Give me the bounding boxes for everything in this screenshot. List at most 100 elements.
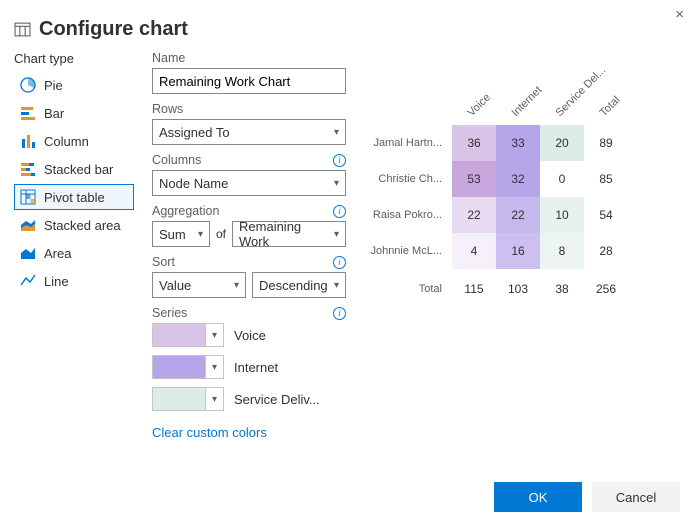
chart-type-label: Stacked bar (44, 162, 113, 177)
pivot-total-cell: 103 (496, 269, 540, 309)
chevron-down-icon: ▾ (205, 356, 223, 378)
name-input[interactable] (152, 68, 346, 94)
pivot-cell: 54 (584, 197, 628, 233)
pivot-cell: 36 (452, 125, 496, 161)
pivot-total-cell: 256 (584, 269, 628, 309)
dialog-title: Configure chart (0, 0, 694, 51)
color-swatch (153, 388, 205, 410)
series-row: ▾ Internet (152, 355, 346, 379)
chart-type-stacked-area[interactable]: Stacked area (14, 212, 134, 238)
chart-type-label: Stacked area (44, 218, 121, 233)
pivot-cell: 53 (452, 161, 496, 197)
pivot-total-cell: 115 (452, 269, 496, 309)
aggregation-info-icon[interactable]: i (333, 205, 346, 218)
close-button[interactable]: × (675, 6, 684, 23)
stacked-bar-icon (19, 160, 37, 178)
pivot-total-label: Total (370, 269, 452, 309)
aggregation-field-value: Remaining Work (239, 219, 334, 249)
series-color-select[interactable]: ▾ (152, 323, 224, 347)
pivot-row-header: Raisa Pokro... (370, 197, 452, 233)
chevron-down-icon: ▾ (334, 127, 339, 138)
chart-preview: VoiceInternetService Del... Total Jamal Ha… (346, 51, 680, 448)
aggregation-select[interactable]: Sum ▾ (152, 221, 210, 247)
sort-by-value: Value (159, 278, 191, 293)
bar-icon (19, 104, 37, 122)
pivot-cell: 89 (584, 125, 628, 161)
pivot-row-header: Christie Ch... (370, 161, 452, 197)
chevron-down-icon: ▾ (334, 229, 339, 240)
series-row: ▾Service Deliv... (152, 387, 346, 411)
pivot-column-header: Voice (452, 69, 496, 125)
series-info-icon[interactable]: i (333, 307, 346, 320)
series-color-select[interactable]: ▾ (152, 355, 224, 379)
series-name: Voice (234, 328, 266, 343)
pivot-cell: 4 (452, 233, 496, 269)
pivot-cell: 22 (496, 197, 540, 233)
chart-type-label: Area (44, 246, 71, 261)
series-name: Internet (234, 360, 278, 375)
pivot-row-header: Johnnie McL... (370, 233, 452, 269)
sort-info-icon[interactable]: i (333, 256, 346, 269)
name-label: Name (152, 51, 185, 65)
pivot-column-header: Service Del... (540, 69, 584, 125)
pivot-cell: 20 (540, 125, 584, 161)
chart-type-pie[interactable]: Pie (14, 72, 134, 98)
chart-type-bar[interactable]: Bar (14, 100, 134, 126)
columns-select-value: Node Name (159, 176, 228, 191)
chart-type-label: Pie (44, 78, 63, 93)
chevron-down-icon: ▾ (198, 229, 203, 240)
rows-select[interactable]: Assigned To ▾ (152, 119, 346, 145)
pivot-cell: 32 (496, 161, 540, 197)
chart-type-label: Line (44, 274, 69, 289)
chart-type-list: Pie Bar Column Stacked bar Pivot table S (14, 72, 134, 294)
sort-dir-select[interactable]: Descending ▾ (252, 272, 346, 298)
chart-type-pivot-table[interactable]: Pivot table (14, 184, 134, 210)
chevron-down-icon: ▾ (234, 280, 239, 291)
pivot-cell: 22 (452, 197, 496, 233)
chart-type-label: Pivot table (44, 190, 105, 205)
chart-type-label: Bar (44, 106, 64, 121)
chart-config-icon (14, 21, 31, 38)
chart-type-label: Column (44, 134, 89, 149)
rows-select-value: Assigned To (159, 125, 230, 140)
rows-label: Rows (152, 102, 183, 116)
pivot-column-header: Internet (496, 69, 540, 125)
chevron-down-icon: ▾ (205, 388, 223, 410)
pivot-cell: 0 (540, 161, 584, 197)
sort-dir-value: Descending (259, 278, 328, 293)
pie-icon (19, 76, 37, 94)
area-icon (19, 244, 37, 262)
series-color-select[interactable]: ▾ (152, 387, 224, 411)
aggregation-of-text: of (216, 227, 226, 241)
pivot-total-cell: 38 (540, 269, 584, 309)
ok-button[interactable]: OK (494, 482, 582, 512)
column-icon (19, 132, 37, 150)
pivot-cell: 85 (584, 161, 628, 197)
columns-label: Columns (152, 153, 201, 167)
columns-select[interactable]: Node Name ▾ (152, 170, 346, 196)
color-swatch (153, 356, 205, 378)
color-swatch (153, 324, 205, 346)
aggregation-label: Aggregation (152, 204, 219, 218)
chart-type-line[interactable]: Line (14, 268, 134, 294)
pivot-cell: 10 (540, 197, 584, 233)
pivot-row-header: Jamal Hartn... (370, 125, 452, 161)
chevron-down-icon: ▾ (334, 280, 339, 291)
chevron-down-icon: ▾ (334, 178, 339, 189)
sort-label: Sort (152, 255, 175, 269)
series-row: ▾ Voice (152, 323, 346, 347)
pivot-cell: 8 (540, 233, 584, 269)
pivot-cell: 28 (584, 233, 628, 269)
chart-type-stacked-bar[interactable]: Stacked bar (14, 156, 134, 182)
cancel-button[interactable]: Cancel (592, 482, 680, 512)
stacked-area-icon (19, 216, 37, 234)
chart-type-area[interactable]: Area (14, 240, 134, 266)
columns-info-icon[interactable]: i (333, 154, 346, 167)
chevron-down-icon: ▾ (205, 324, 223, 346)
chart-type-column[interactable]: Column (14, 128, 134, 154)
aggregation-field-select[interactable]: Remaining Work ▾ (232, 221, 346, 247)
clear-colors-link[interactable]: Clear custom colors (152, 425, 267, 440)
line-icon (19, 272, 37, 290)
pivot-cell: 33 (496, 125, 540, 161)
sort-by-select[interactable]: Value ▾ (152, 272, 246, 298)
